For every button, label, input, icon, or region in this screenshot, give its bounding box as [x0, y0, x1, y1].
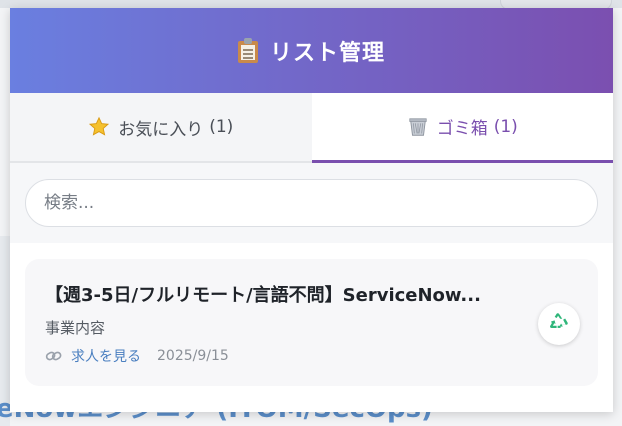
search-input[interactable] [25, 179, 598, 227]
tab-favorites-count: (1) [209, 117, 234, 137]
tab-bar: お気に入り (1) ゴミ箱 (1) [10, 93, 613, 163]
tab-favorites[interactable]: お気に入り (1) [10, 93, 312, 161]
link-icon [45, 349, 63, 363]
view-job-link[interactable]: 求人を見る [71, 346, 141, 366]
clipboard-icon [237, 38, 258, 63]
trash-icon [407, 116, 429, 138]
tab-trash[interactable]: ゴミ箱 (1) [311, 93, 613, 163]
item-date: 2025/9/15 [157, 348, 229, 364]
item-description: 事業内容 [45, 319, 106, 337]
item-list: 【週3-5日/フルリモート/言語不問】ServiceNow... 事業内容 求人… [10, 243, 613, 386]
tab-trash-label: ゴミ箱 [436, 119, 488, 139]
star-icon [88, 116, 110, 138]
list-item: 【週3-5日/フルリモート/言語不問】ServiceNow... 事業内容 求人… [25, 259, 598, 386]
item-title: 【週3-5日/フルリモート/言語不問】ServiceNow... [45, 285, 481, 306]
popup-title: リスト管理 [269, 40, 385, 66]
restore-button[interactable] [538, 303, 580, 345]
item-meta: 求人を見る 2025/9/15 [45, 346, 578, 366]
tab-favorites-label: お気に入り [118, 119, 204, 140]
popup-header: リスト管理 [10, 8, 613, 93]
list-management-popup: リスト管理 お気に入り (1) ゴミ箱 (1) 検索... 【週3-5日/フルリ… [10, 8, 613, 412]
tab-trash-count: (1) [493, 116, 518, 137]
recycle-icon [548, 311, 570, 337]
search-area [10, 163, 613, 243]
